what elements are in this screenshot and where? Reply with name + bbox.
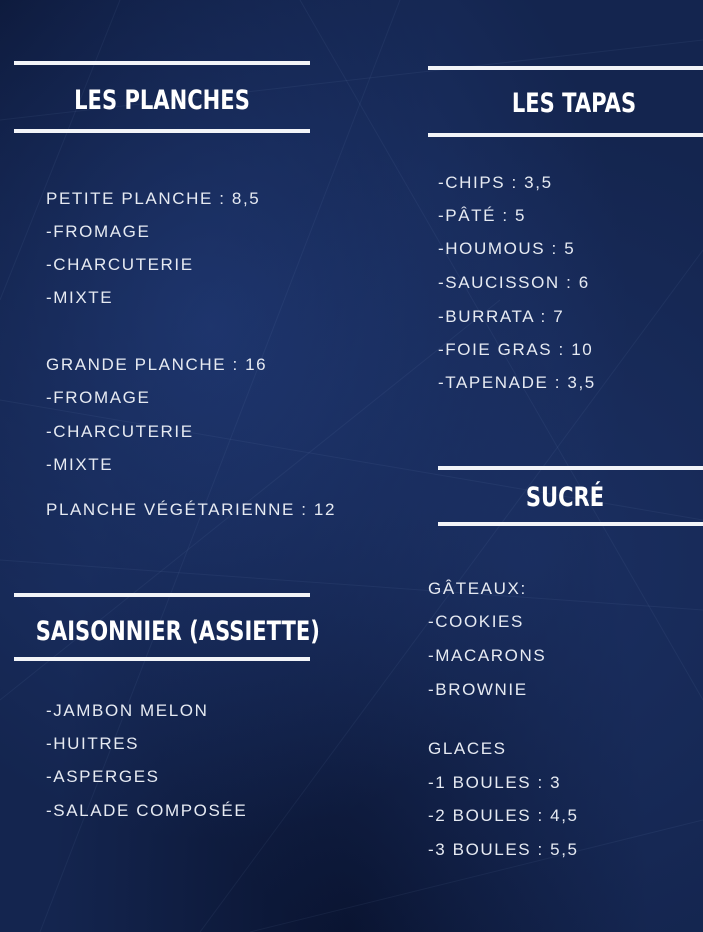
- planches-top-rule: [14, 61, 310, 65]
- menu-item: PETITE PLANCHE : 8,5: [46, 189, 261, 208]
- menu-item: PLANCHE VÉGÉTARIENNE : 12: [46, 500, 337, 519]
- tapas-bottom-rule: [428, 133, 703, 137]
- menu-item: GLACES: [428, 739, 507, 758]
- sucre-bottom-rule: [438, 522, 703, 526]
- menu-item: -PÂTÉ : 5: [438, 206, 527, 225]
- saisonnier-top-rule: [14, 593, 310, 597]
- menu-item: -CHARCUTERIE: [46, 255, 194, 274]
- tapas-heading: LES TAPAS: [511, 88, 637, 119]
- tapas-top-rule: [428, 66, 703, 70]
- menu-item: -JAMBON MELON: [46, 701, 209, 720]
- menu-item: GÂTEAUX:: [428, 579, 527, 598]
- planches-heading: LES PLANCHES: [74, 85, 250, 116]
- menu-item: -1 BOULES : 3: [428, 773, 562, 792]
- sucre-heading: SUCRÉ: [525, 482, 605, 513]
- menu-item: -BURRATA : 7: [438, 307, 565, 326]
- menu-item: -FROMAGE: [46, 222, 151, 241]
- menu-item: -SALADE COMPOSÉE: [46, 801, 248, 820]
- menu-item: -3 BOULES : 5,5: [428, 840, 579, 859]
- menu-item: -MIXTE: [46, 288, 114, 307]
- menu-item: -TAPENADE : 3,5: [438, 373, 596, 392]
- menu-item: -HOUMOUS : 5: [438, 239, 576, 258]
- planches-bottom-rule: [14, 129, 310, 133]
- menu-item: -CHARCUTERIE: [46, 422, 194, 441]
- menu-item: -BROWNIE: [428, 680, 528, 699]
- menu-item: -CHIPS : 3,5: [438, 173, 553, 192]
- menu-item: -2 BOULES : 4,5: [428, 806, 579, 825]
- menu-item: -HUITRES: [46, 734, 140, 753]
- menu-item: -ASPERGES: [46, 767, 160, 786]
- menu-item: GRANDE PLANCHE : 16: [46, 355, 268, 374]
- menu-item: -FROMAGE: [46, 388, 151, 407]
- menu-item: -SAUCISSON : 6: [438, 273, 590, 292]
- saisonnier-bottom-rule: [14, 657, 310, 661]
- menu-item: -COOKIES: [428, 612, 524, 631]
- sucre-top-rule: [438, 466, 703, 470]
- saisonnier-heading: SAISONNIER (ASSIETTE): [35, 616, 320, 647]
- menu-item: -MIXTE: [46, 455, 114, 474]
- menu-item: -MACARONS: [428, 646, 547, 665]
- menu-item: -FOIE GRAS : 10: [438, 340, 594, 359]
